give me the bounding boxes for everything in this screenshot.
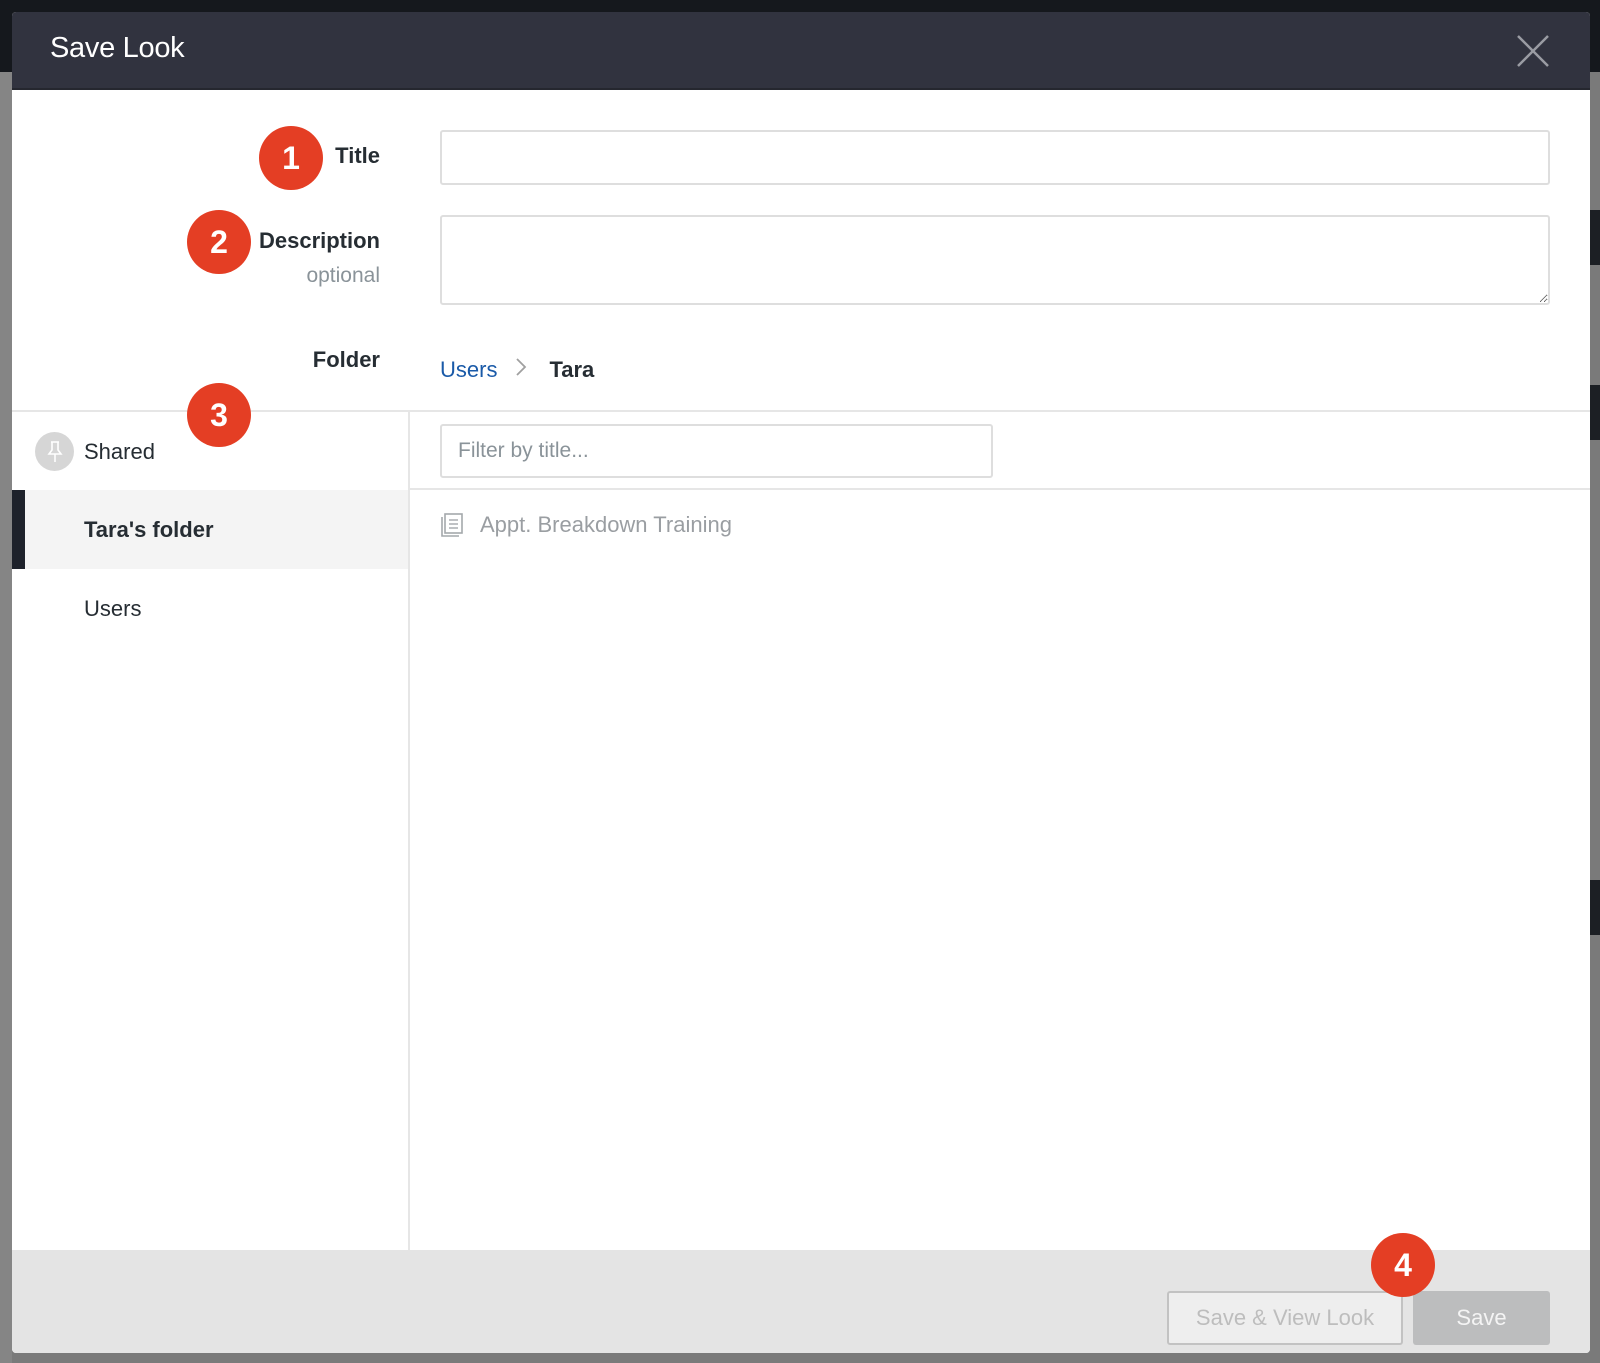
sidebar-divider	[408, 412, 410, 1250]
background-page-element	[1590, 880, 1600, 935]
sidebar-item-label: Tara's folder	[84, 516, 214, 542]
save-button[interactable]: Save	[1413, 1291, 1550, 1345]
sidebar-item-label: Shared	[84, 438, 155, 464]
description-optional-hint: optional	[306, 264, 380, 287]
breadcrumb-current-folder: Tara	[549, 357, 595, 382]
filter-by-title-input[interactable]	[440, 424, 993, 478]
close-icon	[1517, 35, 1549, 67]
background-page-element	[1590, 210, 1600, 265]
breadcrumb-users-link[interactable]: Users	[440, 357, 497, 383]
annotation-badge-4: 4	[1371, 1233, 1435, 1297]
dialog-title: Save Look	[50, 32, 185, 64]
save-look-dialog: Save Look Title Description optional Fol…	[12, 12, 1590, 1353]
close-button[interactable]	[1516, 34, 1550, 68]
description-label: Description	[258, 228, 380, 253]
pin-icon	[35, 432, 74, 471]
background-page-element	[1590, 385, 1600, 440]
filter-divider	[410, 488, 1590, 490]
folder-label: Folder	[312, 347, 380, 372]
chevron-right-icon	[515, 357, 527, 383]
description-textarea[interactable]	[440, 215, 1550, 305]
annotation-badge-1: 1	[259, 126, 323, 190]
folder-breadcrumb: Users Tara	[440, 357, 594, 383]
dialog-footer: Save & View Look Save	[12, 1250, 1590, 1353]
annotation-badge-3: 3	[187, 383, 251, 447]
sidebar-item-users[interactable]: Users	[12, 569, 408, 648]
selected-indicator	[12, 490, 25, 569]
dialog-header: Save Look	[12, 12, 1590, 90]
sidebar-item-taras-folder[interactable]: Tara's folder	[12, 490, 408, 569]
annotation-badge-2: 2	[187, 210, 251, 274]
look-document-icon	[441, 513, 463, 537]
background-page-left	[0, 72, 12, 1363]
look-list-item[interactable]: Appt. Breakdown Training	[440, 507, 732, 543]
look-title: Appt. Breakdown Training	[480, 512, 732, 537]
save-and-view-look-button[interactable]: Save & View Look	[1167, 1291, 1403, 1345]
title-label: Title	[335, 143, 380, 168]
title-input[interactable]	[440, 130, 1550, 185]
sidebar-item-label: Users	[84, 595, 142, 621]
